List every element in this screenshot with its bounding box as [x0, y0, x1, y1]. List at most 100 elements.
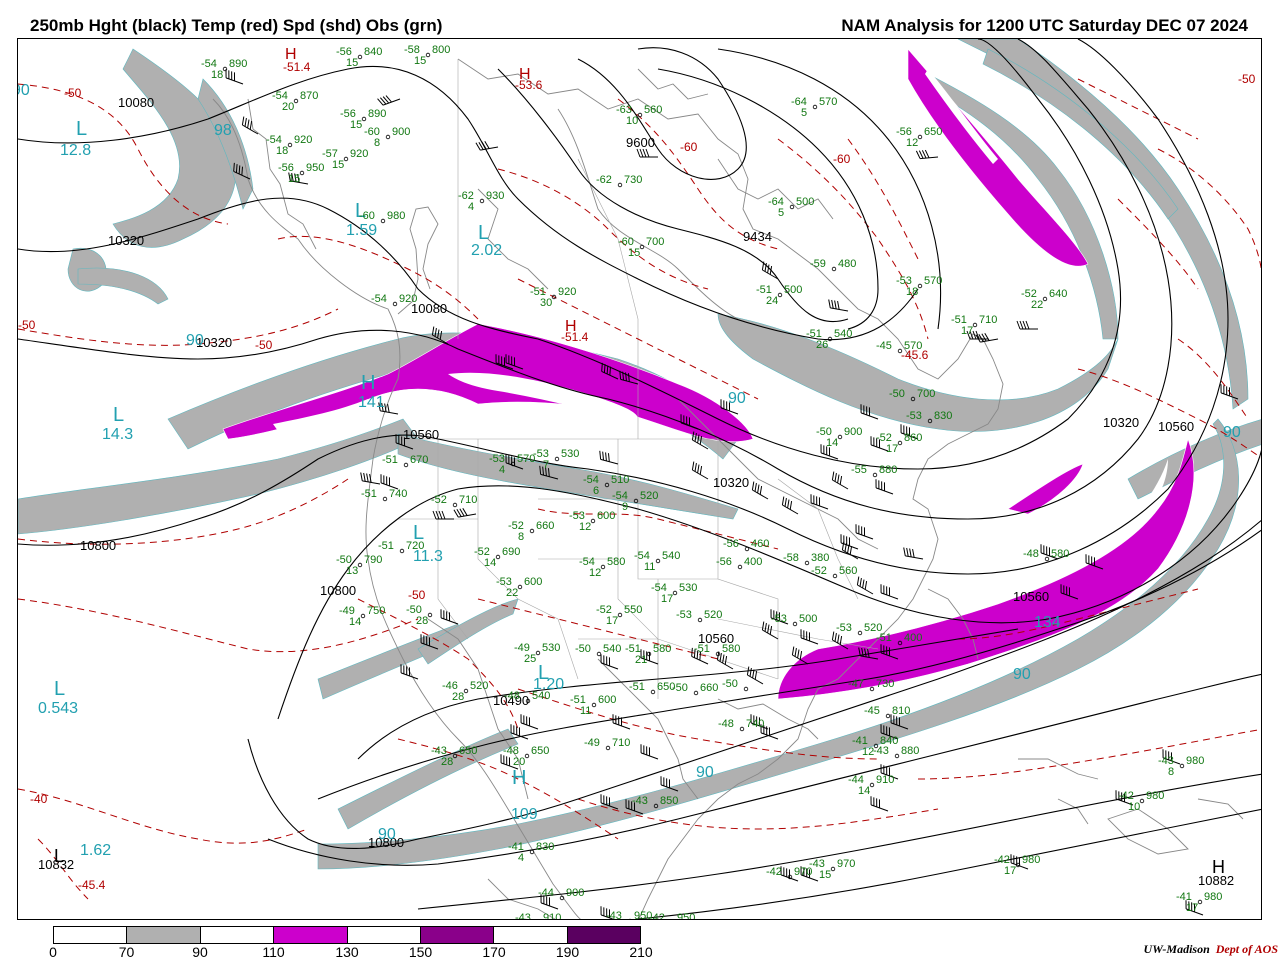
station-marker	[777, 292, 783, 298]
station-h: 480	[838, 258, 856, 270]
height-label: 10320	[713, 475, 749, 490]
temp-label: -40	[30, 792, 48, 806]
station-h: 890	[229, 58, 247, 70]
station-marker	[517, 584, 523, 590]
station-h: 970	[837, 858, 855, 870]
station-plot: -43 97015	[809, 858, 855, 881]
station-t: -54	[371, 293, 387, 305]
station-marker	[827, 336, 833, 342]
station-t: -43	[515, 912, 531, 920]
height-label: 10560	[1013, 589, 1049, 604]
station-marker	[837, 434, 843, 440]
speed-label: 90	[696, 764, 714, 781]
station-d: 14	[349, 616, 361, 628]
station-plot: -52 55017	[596, 604, 642, 627]
station-plot: -55 880	[851, 464, 897, 478]
station-plot: -53 57018	[896, 275, 942, 298]
station-plot: -53 520	[836, 622, 882, 636]
station-h: 950	[306, 162, 324, 174]
station-t: -53	[676, 609, 692, 621]
station-t: -50	[575, 643, 591, 655]
station-h: 500	[799, 613, 817, 625]
station-d: 15	[628, 247, 640, 259]
temp-label: -60	[833, 152, 851, 166]
temp-label: -50	[64, 86, 82, 100]
station-marker	[293, 98, 299, 104]
station-h: 710	[459, 494, 477, 506]
station-d: 22	[1031, 299, 1043, 311]
station-plot: -54 87020	[272, 90, 318, 113]
station-plot: -43 9808	[1158, 755, 1204, 778]
station-marker	[380, 218, 386, 224]
station-h: 600	[597, 510, 615, 522]
station-h: 600	[524, 576, 542, 588]
speed-shading-70-90	[18, 39, 1261, 870]
station-plot: -54 89018	[201, 58, 247, 81]
station-h: 580	[722, 643, 740, 655]
station-h: 900	[844, 426, 862, 438]
station-d: 28	[416, 615, 428, 627]
station-marker	[743, 686, 749, 692]
height-label: 9434	[743, 229, 772, 244]
station-plot: -50	[722, 678, 749, 692]
station-h: 720	[406, 540, 424, 552]
station-marker	[1179, 763, 1185, 769]
colorbar-tick-label: 130	[335, 944, 359, 960]
temp-label: -50	[1238, 72, 1256, 86]
station-h: 980	[1204, 891, 1222, 903]
station-t: -43	[632, 795, 648, 807]
station-h: 800	[432, 44, 450, 56]
station-h: 600	[598, 694, 616, 706]
station-marker	[463, 688, 469, 694]
station-h: 690	[502, 546, 520, 558]
high-center: H	[361, 372, 375, 394]
station-t: -44	[538, 887, 554, 899]
high-center: H	[519, 66, 531, 83]
station-h: 650	[924, 126, 942, 138]
station-h: 830	[536, 841, 554, 853]
station-marker	[885, 713, 891, 719]
station-h: 980	[1022, 854, 1040, 866]
station-marker	[832, 573, 838, 579]
station-h: 640	[1049, 288, 1067, 300]
speed-label: 90	[728, 390, 746, 407]
station-plot: -51 740	[361, 488, 407, 502]
speed-label: 90	[186, 332, 204, 349]
station-plot: -41 98017	[1176, 891, 1222, 914]
station-h: 710	[979, 314, 997, 326]
station-d: 5	[778, 207, 784, 219]
station-plot: -50 79013	[336, 554, 382, 577]
station-t: -55	[851, 464, 867, 476]
high-center: H	[1212, 857, 1225, 877]
station-d: 9	[622, 501, 628, 513]
speed-label: 90	[18, 82, 30, 99]
station-marker	[869, 686, 875, 692]
station-h: 980	[387, 210, 405, 222]
station-marker	[287, 142, 293, 148]
station-h: 500	[796, 196, 814, 208]
station-d: 20	[282, 101, 294, 113]
station-plot: -59 480	[810, 258, 856, 272]
station-t: -59	[810, 258, 826, 270]
station-h: 650	[531, 745, 549, 757]
station-h: 730	[876, 678, 894, 690]
station-plot: -56 84015	[336, 46, 382, 69]
credit: UW-Madison Dept of AOS	[1144, 942, 1278, 957]
credit-dept: Dept of AOS	[1215, 942, 1278, 956]
station-plot: -64 5705	[791, 96, 837, 119]
chart-title-right: NAM Analysis for 1200 UTC Saturday DEC 0…	[841, 16, 1248, 35]
station-marker	[524, 753, 530, 759]
station-plot: -52 86017	[876, 432, 922, 455]
low-center: L	[478, 222, 489, 244]
station-d: 14	[484, 557, 496, 569]
wind-barb	[855, 524, 874, 540]
wind-barb	[870, 796, 889, 812]
station-d: 15	[350, 119, 362, 131]
station-plot: -46 52028	[442, 680, 488, 703]
wind-barb	[831, 471, 849, 490]
station-t: -49	[584, 737, 600, 749]
station-marker	[672, 590, 678, 596]
station-d: 17	[1004, 865, 1016, 877]
station-marker	[639, 244, 645, 250]
station-h: 400	[744, 556, 762, 568]
